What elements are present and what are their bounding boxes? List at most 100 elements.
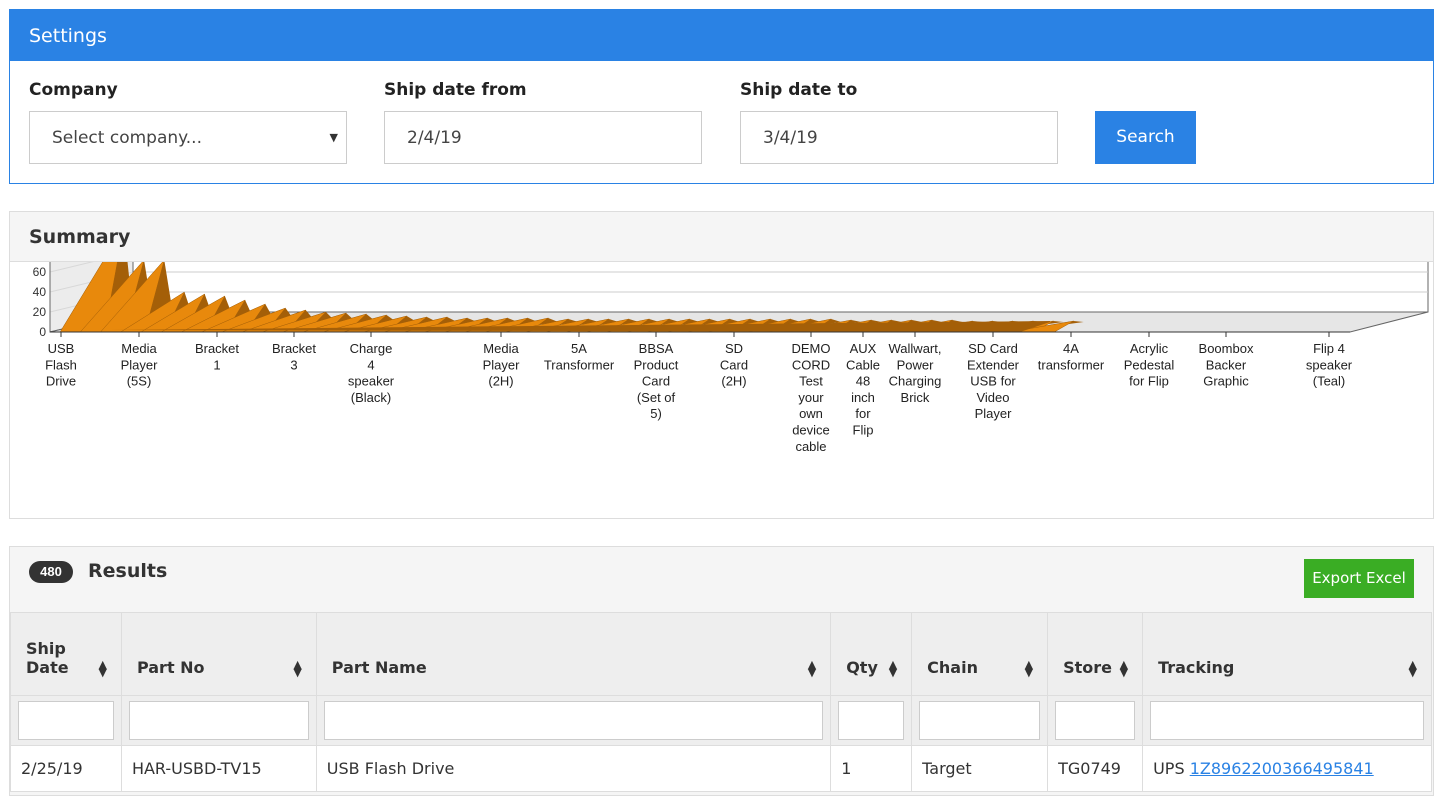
chart-x-tick-label-line: Power xyxy=(897,357,935,372)
sort-icon[interactable]: ▲ ▼ xyxy=(98,659,106,678)
chart-x-tick-label-line: (2H) xyxy=(721,374,746,389)
chart-x-tick-label-line: Acrylic xyxy=(1130,341,1169,356)
chart-x-tick-label-line: Bracket xyxy=(272,341,316,356)
chart-x-tick-label-line: for Flip xyxy=(1129,374,1169,389)
chart-x-tick-label-line: transformer xyxy=(1038,357,1105,372)
ship-from-label: Ship date from xyxy=(384,80,527,100)
search-button[interactable]: Search xyxy=(1095,111,1196,164)
ship-from-input[interactable]: 2/4/19 xyxy=(384,111,702,164)
chart-x-tick-label-line: AUX xyxy=(850,341,877,356)
chart-x-tick-label-line: 3 xyxy=(290,357,297,372)
chart-x-tick-label-line: Flip xyxy=(853,423,874,438)
chart-x-tick-label: Boombox Backer Graphic xyxy=(1199,341,1254,389)
filter-part-no-input[interactable] xyxy=(128,701,309,740)
filter-cell xyxy=(911,695,1049,746)
chart-x-tick-label: USB Flash Drive xyxy=(45,341,77,389)
chart-x-tick-label-line: USB for xyxy=(970,374,1016,389)
chart-x-tick-label-line: Boombox xyxy=(1199,341,1254,356)
export-excel-button[interactable]: Export Excel xyxy=(1304,559,1414,598)
chart-x-tick-label: Charge 4 speaker (Black) xyxy=(348,341,395,405)
filter-cell xyxy=(830,695,913,746)
cell-part-no: HAR-USBD-TV15 xyxy=(120,745,317,792)
chart-x-tick-label-line: Player xyxy=(121,357,159,372)
filter-ship-date-input[interactable] xyxy=(18,701,114,740)
tracking-carrier: UPS xyxy=(1153,759,1185,778)
column-header-chain[interactable]: Chain ▲ ▼ xyxy=(911,612,1049,696)
results-count-badge: 480 xyxy=(29,561,73,583)
chart-x-tick-label-line: Flash xyxy=(45,357,77,372)
chart-x-tick-label-line: Media xyxy=(121,341,157,356)
chart-x-tick-label: Media Player (2H) xyxy=(483,341,521,389)
cell-chain: Target xyxy=(911,745,1049,792)
ship-to-input[interactable]: 3/4/19 xyxy=(740,111,1058,164)
chart-y-tick-label: 40 xyxy=(33,285,47,299)
chart-y-tick-label: 0 xyxy=(39,325,46,339)
column-header-tracking[interactable]: Tracking ▲ ▼ xyxy=(1142,612,1432,696)
sort-icon[interactable]: ▲ ▼ xyxy=(1409,659,1417,678)
column-header-part-name[interactable]: Part Name ▲ ▼ xyxy=(315,612,832,696)
column-header-store[interactable]: Store ▲ ▼ xyxy=(1047,612,1144,696)
cell-ship-date: 2/25/19 xyxy=(10,745,122,792)
chart-x-tick-label-line: device xyxy=(792,423,830,438)
chart-x-tick-label-line: Transformer xyxy=(544,357,615,372)
chart-x-tick-label-line: 5) xyxy=(650,406,662,421)
sort-icon[interactable]: ▲ ▼ xyxy=(808,659,816,678)
column-header-qty[interactable]: Qty ▲ ▼ xyxy=(830,612,913,696)
column-header-part-no[interactable]: Part No ▲ ▼ xyxy=(120,612,317,696)
summary-chart: 020406080100USBFlashDriveMediaPlayer(5S)… xyxy=(33,262,1429,454)
sort-icon[interactable]: ▲ ▼ xyxy=(1025,659,1033,678)
chart-back-wall xyxy=(132,262,1429,313)
filter-tracking-input[interactable] xyxy=(1150,701,1424,740)
chart-x-tick-label-line: Pedestal xyxy=(1124,357,1175,372)
chart-x-tick-label-line: BBSA xyxy=(639,341,674,356)
filter-cell xyxy=(10,695,122,746)
chart-x-tick-label-line: your xyxy=(798,390,824,405)
settings-title: Settings xyxy=(10,10,1433,61)
chart-x-tick-label-line: cable xyxy=(795,439,826,454)
filter-chain-input[interactable] xyxy=(919,701,1041,740)
chart-x-tick-label: Bracket 3 xyxy=(272,341,316,372)
chart-x-tick-label: 4A transformer xyxy=(1038,341,1105,372)
company-select[interactable]: Select company... ▼ xyxy=(29,111,347,164)
column-label-tracking: Tracking xyxy=(1158,658,1235,677)
sort-icon[interactable]: ▲ ▼ xyxy=(1120,659,1128,678)
sort-icon[interactable]: ▲ ▼ xyxy=(293,659,301,678)
chart-x-tick-label: SD Card (2H) xyxy=(720,341,748,389)
table-row[interactable]: 2/25/19 HAR-USBD-TV15 USB Flash Drive 1 … xyxy=(10,745,1432,792)
chart-x-tick-label-line: (2H) xyxy=(488,374,513,389)
column-label-ship-date: Ship Date xyxy=(26,639,69,677)
chart-x-tick-label-line: 4 xyxy=(367,357,374,372)
filter-store-input[interactable] xyxy=(1055,701,1136,740)
chart-x-tick-label: Media Player (5S) xyxy=(121,341,159,389)
company-label: Company xyxy=(29,80,118,100)
column-header-ship-date[interactable]: Ship Date ▲ ▼ xyxy=(10,612,122,696)
chart-x-tick-label-line: (Black) xyxy=(351,390,391,405)
results-panel: 480 Results Export Excel Ship Date ▲ ▼ Pa… xyxy=(9,546,1434,796)
chart-x-tick-label-line: speaker xyxy=(348,374,395,389)
column-label-part-name: Part Name xyxy=(331,658,427,677)
chart-x-tick-label-line: CORD xyxy=(792,357,830,372)
chevron-down-icon: ▼ xyxy=(329,131,338,144)
ship-from-value: 2/4/19 xyxy=(407,128,462,148)
chart-x-tick-label-line: Card xyxy=(642,374,670,389)
chart-x-tick-label-line: for xyxy=(855,406,871,421)
sort-icon[interactable]: ▲ ▼ xyxy=(889,659,897,678)
chart-x-tick-label-line: (Set of xyxy=(637,390,676,405)
chart-x-tick-label-line: Cable xyxy=(846,357,880,372)
chart-x-tick-label-line: Product xyxy=(634,357,679,372)
chart-x-tick-label: DEMO CORD Test your own device cable xyxy=(792,341,831,454)
chart-x-tick-label-line: Media xyxy=(483,341,519,356)
filter-qty-input[interactable] xyxy=(838,701,905,740)
column-label-store: Store xyxy=(1063,658,1112,677)
chart-x-tick-label-line: Video xyxy=(976,390,1009,405)
chart-x-tick-label-line: SD Card xyxy=(968,341,1018,356)
chart-y-tick-label: 60 xyxy=(33,265,47,279)
cell-part-name: USB Flash Drive xyxy=(315,745,832,792)
tracking-link[interactable]: 1Z8962200366495841 xyxy=(1190,759,1374,778)
ship-to-value: 3/4/19 xyxy=(763,128,818,148)
chart-x-tick-label-line: Brick xyxy=(901,390,930,405)
filter-part-name-input[interactable] xyxy=(323,701,824,740)
chart-x-tick-label-line: speaker xyxy=(1306,357,1353,372)
chart-x-tick-label-line: (5S) xyxy=(127,374,152,389)
column-label-chain: Chain xyxy=(927,658,978,677)
